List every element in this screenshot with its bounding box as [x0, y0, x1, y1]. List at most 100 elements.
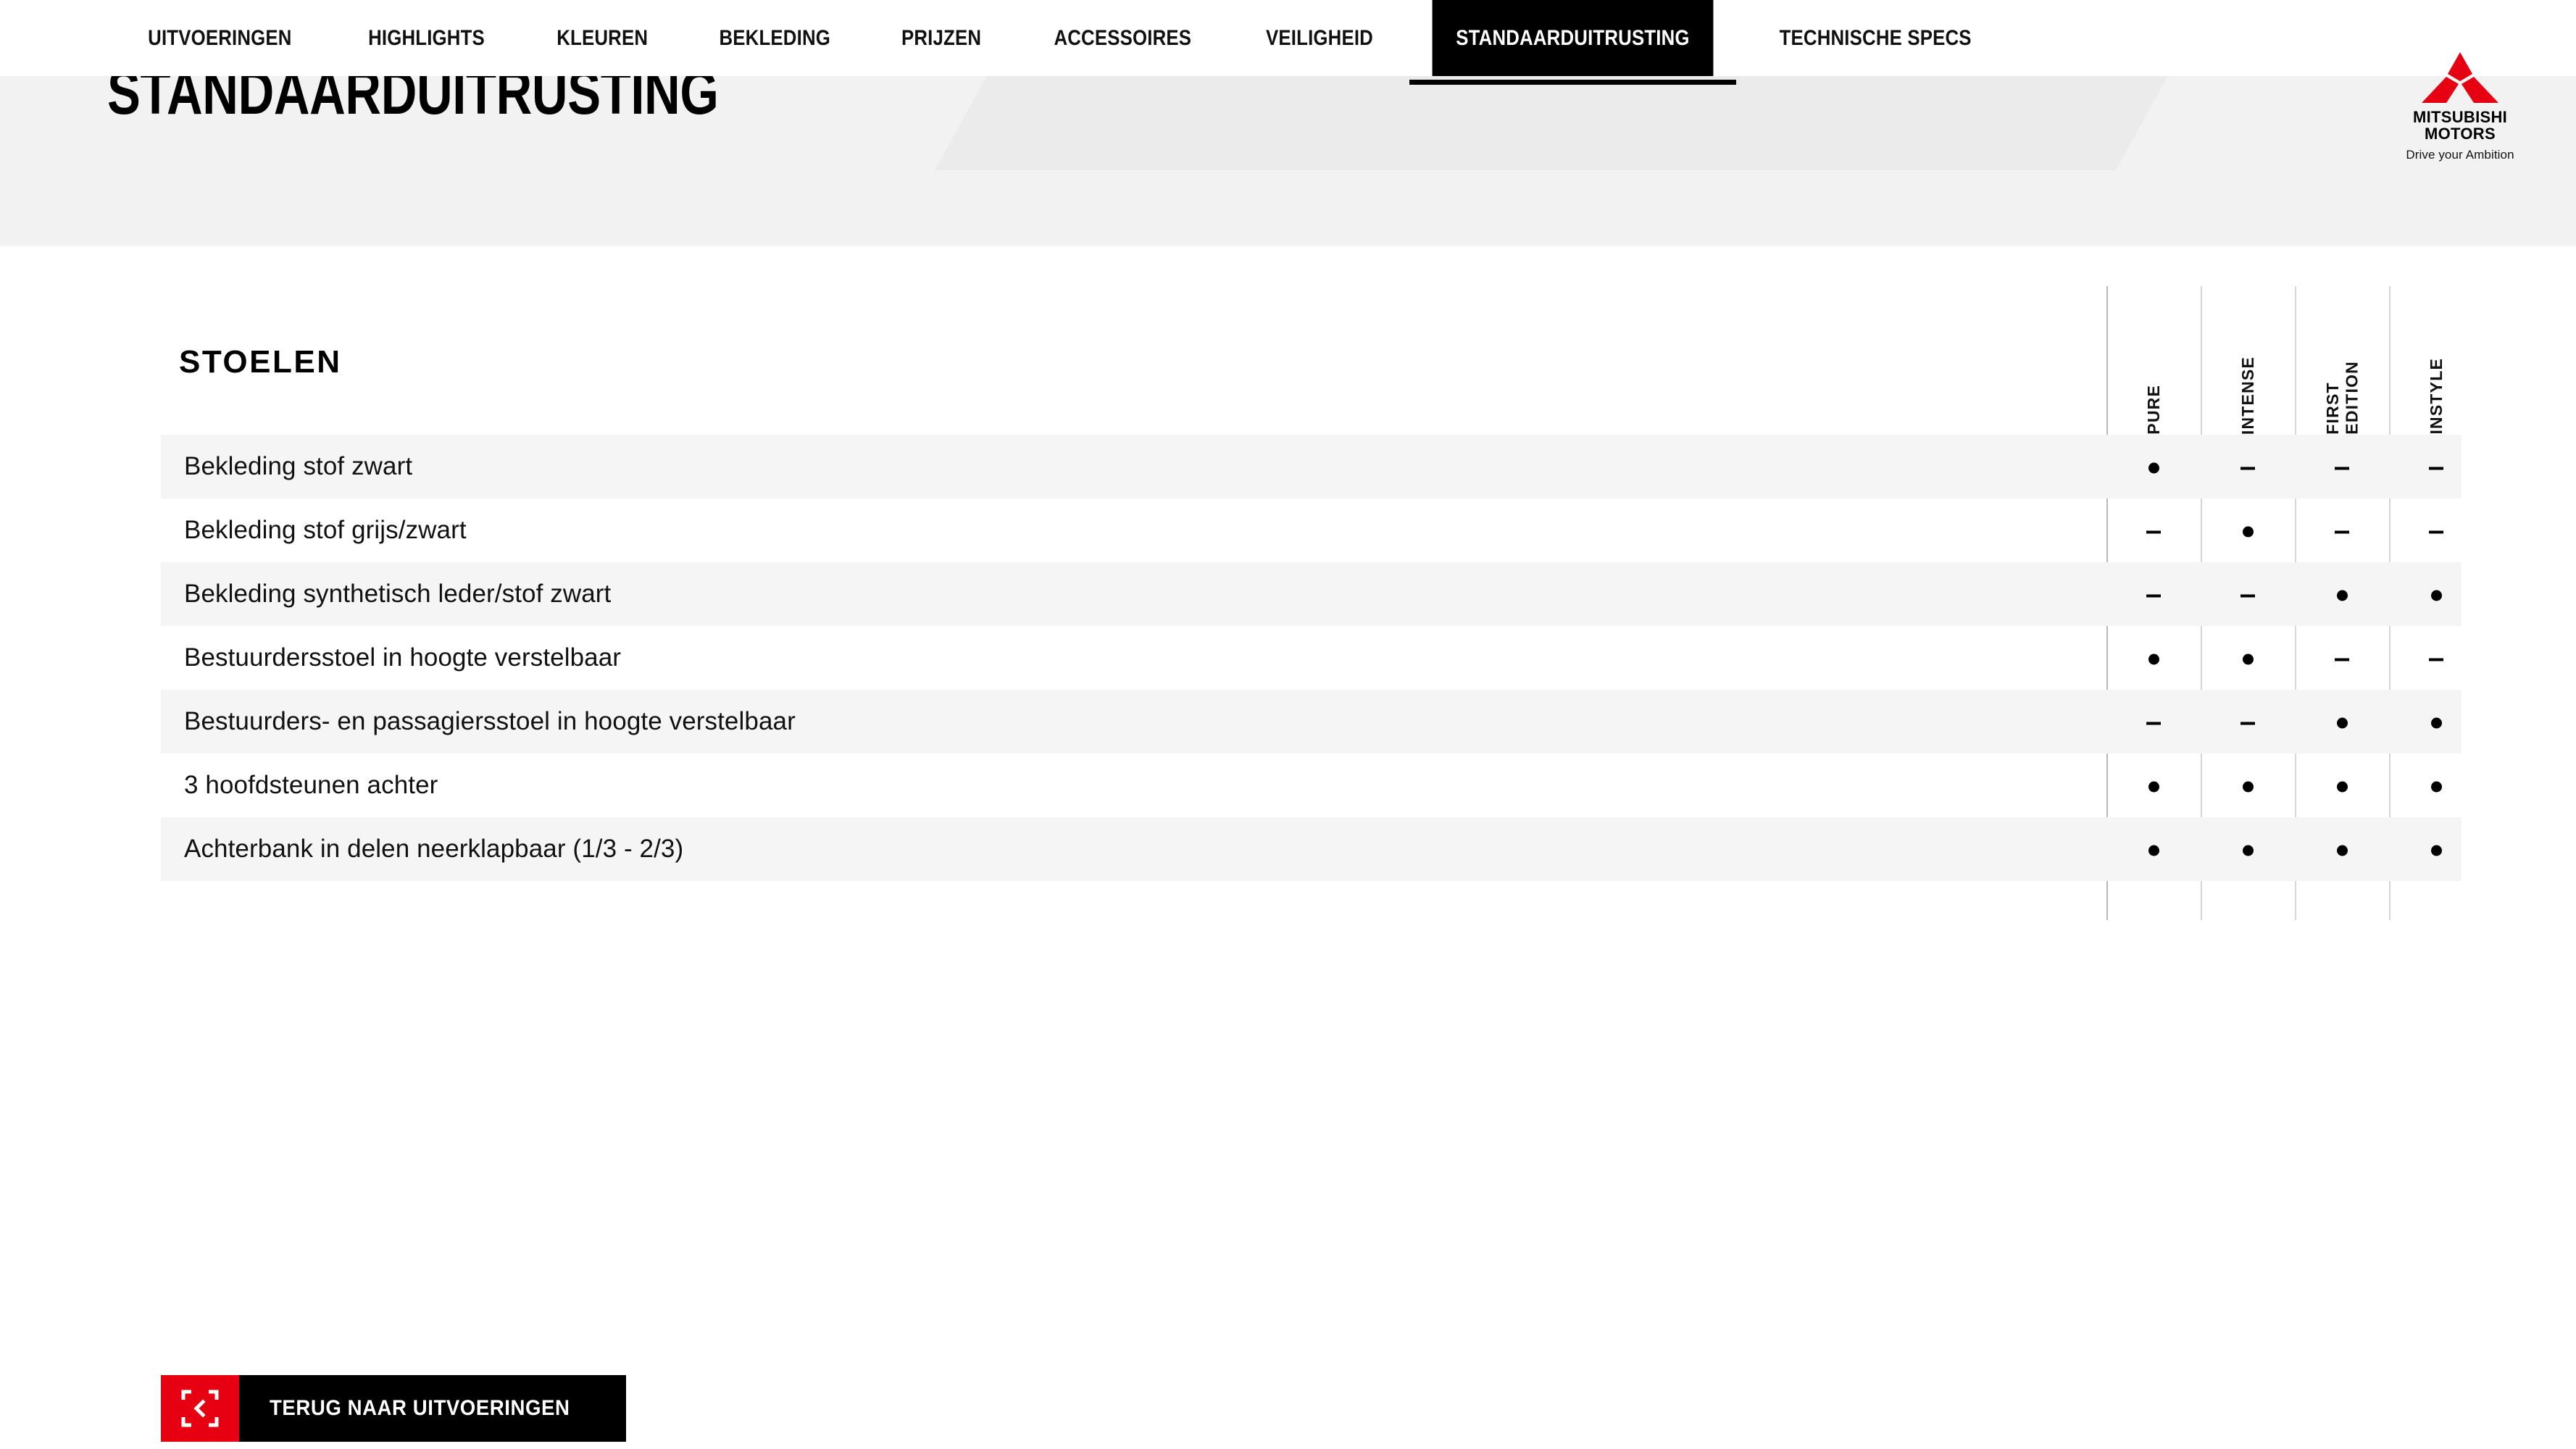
cell-not-available-marker: [2116, 518, 2191, 543]
cell-included-marker: [2210, 773, 2285, 798]
dot-icon: [2148, 781, 2159, 793]
dot-icon: [2336, 845, 2348, 856]
mitsubishi-three-diamonds-icon: [2422, 52, 2498, 103]
column-header-intense: INTENSE: [2210, 286, 2285, 435]
dash-icon: [2241, 467, 2255, 470]
dash-icon: [2429, 467, 2443, 470]
nav-item-highlights[interactable]: HIGHLIGHTS: [344, 0, 508, 76]
table-row: Bekleding synthetisch leder/stof zwart: [161, 562, 2462, 626]
nav-item-kleuren[interactable]: KLEUREN: [533, 0, 671, 76]
logo-name: MITSUBISHI MOTORS: [2391, 109, 2529, 142]
column-header-instyle: INSTYLE: [2398, 286, 2474, 435]
cell-included-marker: [2398, 582, 2474, 607]
cell-included-marker: [2210, 837, 2285, 862]
cell-included-marker: [2304, 773, 2380, 798]
cell-included-marker: [2304, 709, 2380, 735]
nav-items: UITVOERINGEN HIGHLIGHTS KLEUREN BEKLEDING PR…: [0, 0, 2015, 85]
row-label: Bekleding stof zwart: [184, 452, 413, 480]
table-row: Bekleding stof zwart: [161, 435, 2462, 498]
nav-item-prijzen[interactable]: PRIJZEN: [878, 0, 1005, 76]
nav-item-bekleding[interactable]: BEKLEDING: [696, 0, 854, 76]
nav-item-standaarduitrusting[interactable]: STANDAARDUITRUSTING: [1432, 0, 1714, 76]
column-header-label: INSTYLE: [2426, 358, 2446, 435]
cell-not-available-marker: [2398, 454, 2474, 480]
dot-icon: [2242, 845, 2254, 856]
back-button-label: TERUG NAAR UITVOERINGEN: [270, 1396, 570, 1420]
dash-icon: [2335, 658, 2349, 661]
dash-icon: [2429, 530, 2443, 534]
dot-icon: [2242, 781, 2254, 793]
cell-not-available-marker: [2304, 646, 2380, 671]
dot-icon: [2336, 717, 2348, 729]
table-row: 3 hoofdsteunen achter: [161, 753, 2462, 817]
logo-name-line1: MITSUBISHI: [2412, 108, 2508, 126]
table-body: Bekleding stof zwart Bekleding stof grijs…: [161, 435, 2462, 881]
cell-included-marker: [2398, 773, 2474, 798]
dot-icon: [2148, 653, 2159, 665]
logo-name-line2: MOTORS: [2425, 125, 2496, 143]
cell-included-marker: [2398, 837, 2474, 862]
dot-icon: [2148, 845, 2159, 856]
row-label: Bestuurders- en passagiersstoel in hoogt…: [184, 707, 796, 735]
brand-logo[interactable]: MITSUBISHI MOTORS Drive your Ambition: [2391, 51, 2529, 162]
dash-icon: [2335, 467, 2349, 470]
column-header-first-edition: FIRST EDITION: [2304, 286, 2380, 435]
table-row: Bestuurdersstoel in hoogte verstelbaar: [161, 626, 2462, 690]
table-row: Achterbank in delen neerklapbaar (1/3 - …: [161, 817, 2462, 881]
logo-tagline: Drive your Ambition: [2406, 148, 2514, 162]
cell-included-marker: [2116, 837, 2191, 862]
cell-included-marker: [2116, 646, 2191, 671]
dot-icon: [2430, 781, 2442, 793]
dash-icon: [2146, 594, 2161, 598]
page-title: STANDAARDUITRUSTING: [107, 58, 871, 165]
table-row: Bestuurders- en passagiersstoel in hoogt…: [161, 690, 2462, 753]
column-header-label: INTENSE: [2238, 356, 2257, 435]
cell-not-available-marker: [2304, 518, 2380, 543]
cell-not-available-marker: [2210, 454, 2285, 480]
dash-icon: [2146, 722, 2161, 725]
cell-included-marker: [2398, 709, 2474, 735]
cell-not-available-marker: [2116, 582, 2191, 607]
dot-icon: [2430, 717, 2442, 729]
dot-icon: [2430, 590, 2442, 601]
dash-icon: [2241, 722, 2255, 725]
row-label: Bekleding synthetisch leder/stof zwart: [184, 580, 612, 608]
nav-item-uitvoeringen[interactable]: UITVOERINGEN: [124, 0, 315, 76]
column-header-label: FIRST EDITION: [2322, 361, 2361, 435]
content-panel: STOELEN PURE INTENSE FIRST EDITION INSTYLE …: [107, 246, 2576, 1449]
dot-icon: [2336, 781, 2348, 793]
cell-included-marker: [2210, 518, 2285, 543]
row-label: Bestuurdersstoel in hoogte verstelbaar: [184, 643, 622, 672]
back-button-icon-area[interactable]: [161, 1375, 239, 1442]
cell-included-marker: [2304, 837, 2380, 862]
column-header-pure: PURE: [2116, 286, 2191, 435]
row-label: Bekleding stof grijs/zwart: [184, 516, 467, 544]
cell-not-available-marker: [2398, 646, 2474, 671]
row-label: Achterbank in delen neerklapbaar (1/3 - …: [184, 835, 684, 863]
frame-back-chevron-icon: [181, 1390, 219, 1427]
cell-included-marker: [2116, 773, 2191, 798]
dot-icon: [2336, 590, 2348, 601]
cell-included-marker: [2116, 454, 2191, 480]
nav-item-accessoires[interactable]: ACCESSOIRES: [1030, 0, 1215, 76]
nav-item-technische-specs[interactable]: TECHNISCHE SPECS: [1756, 0, 1995, 76]
dash-icon: [2429, 658, 2443, 661]
dot-icon: [2430, 845, 2442, 856]
nav-item-veiligheid[interactable]: VEILIGHEID: [1243, 0, 1397, 76]
nav-item-active-wrapper: STANDAARDUITRUSTING: [1409, 0, 1737, 85]
table-header-row: PURE INTENSE FIRST EDITION INSTYLE: [161, 286, 2462, 435]
back-to-versions-button[interactable]: TERUG NAAR UITVOERINGEN: [161, 1375, 627, 1442]
cell-not-available-marker: [2210, 709, 2285, 735]
dot-icon: [2148, 462, 2159, 474]
cell-included-marker: [2304, 582, 2380, 607]
column-header-label: PURE: [2143, 385, 2163, 435]
cell-included-marker: [2210, 646, 2285, 671]
cell-not-available-marker: [2304, 454, 2380, 480]
dash-icon: [2335, 530, 2349, 534]
dot-icon: [2242, 653, 2254, 665]
cell-not-available-marker: [2116, 709, 2191, 735]
back-button-label-area[interactable]: TERUG NAAR UITVOERINGEN: [239, 1375, 627, 1442]
dot-icon: [2242, 526, 2254, 538]
table-row: Bekleding stof grijs/zwart: [161, 498, 2462, 562]
dash-icon: [2146, 530, 2161, 534]
